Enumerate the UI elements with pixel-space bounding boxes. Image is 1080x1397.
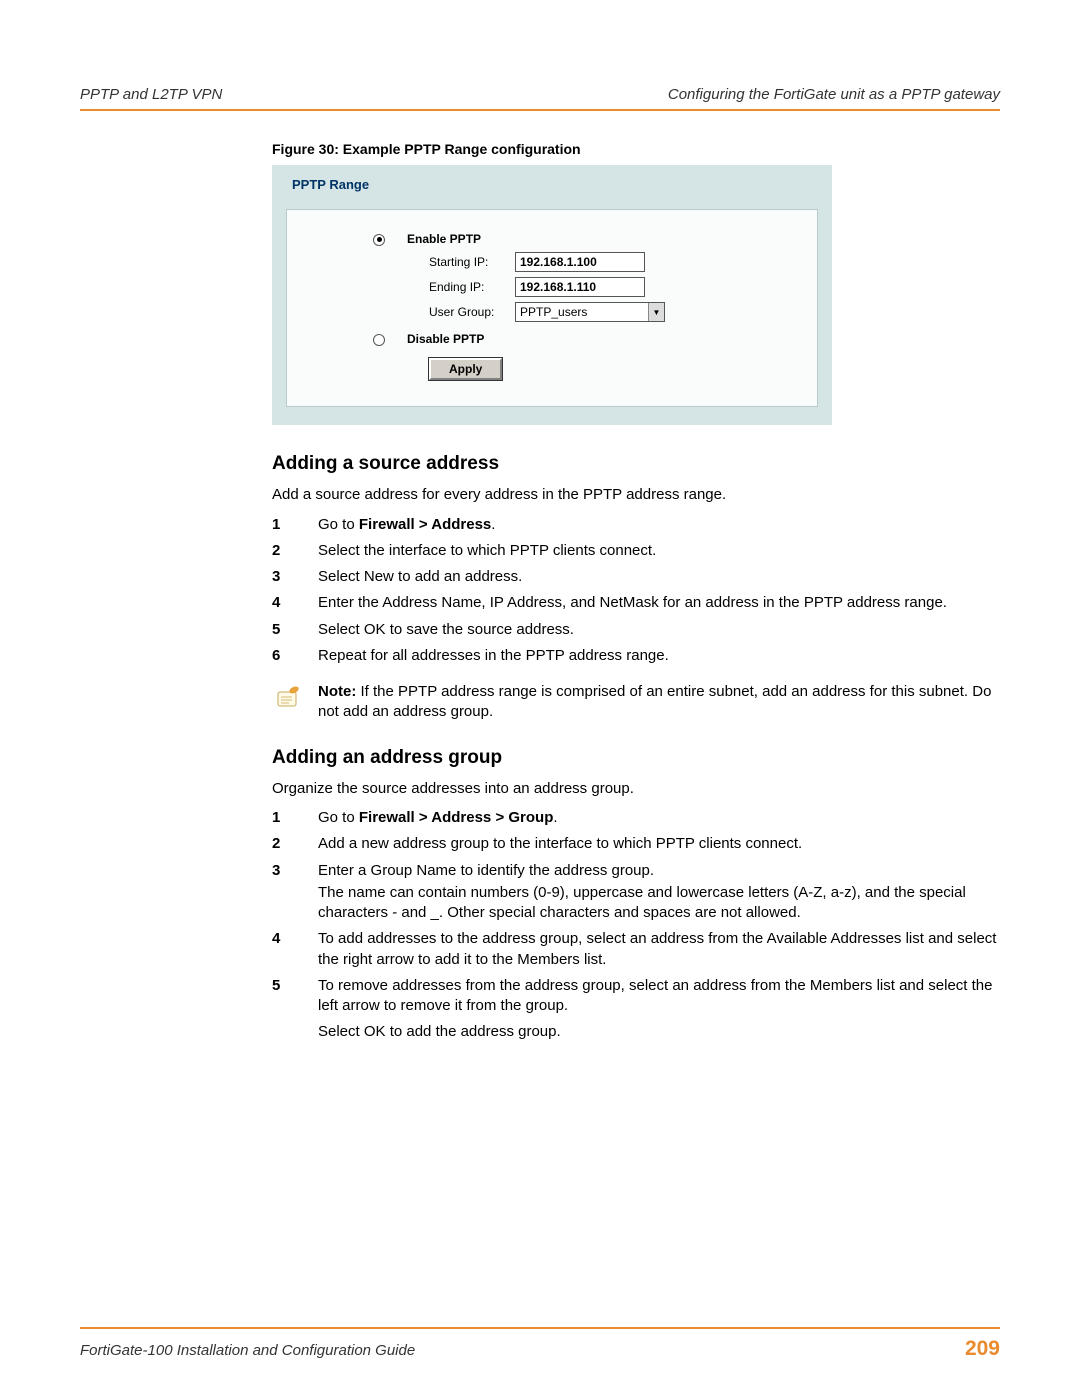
step-text: Go to Firewall > Address. — [318, 515, 1000, 535]
page-number: 209 — [965, 1337, 1000, 1361]
user-group-value: PPTP_users — [516, 305, 648, 319]
step-text: Go to Firewall > Address > Group. — [318, 808, 1000, 828]
step-text: Repeat for all addresses in the PPTP add… — [318, 646, 1000, 666]
enable-pptp-label: Enable PPTP — [407, 232, 507, 246]
step-number: 4 — [272, 929, 318, 970]
user-group-select[interactable]: PPTP_users ▼ — [515, 302, 665, 322]
ending-ip-input[interactable] — [515, 277, 645, 297]
step-text: To add addresses to the address group, s… — [318, 929, 1000, 970]
step-number: 3 — [272, 861, 318, 924]
section1-title: Adding a source address — [272, 453, 1000, 475]
step-text: To remove addresses from the address gro… — [318, 976, 1000, 1043]
header-rule — [80, 109, 1000, 111]
radio-disable-pptp[interactable] — [373, 334, 385, 346]
step-number: 2 — [272, 834, 318, 854]
step-text: Select New to add an address. — [318, 567, 1000, 587]
radio-enable-pptp[interactable] — [373, 234, 385, 246]
step-number: 1 — [272, 515, 318, 535]
section1-intro: Add a source address for every address i… — [272, 485, 1000, 505]
disable-pptp-label: Disable PPTP — [407, 332, 507, 346]
step-text: Add a new address group to the interface… — [318, 834, 1000, 854]
step-number: 3 — [272, 567, 318, 587]
starting-ip-label: Starting IP: — [429, 255, 515, 269]
step-number: 2 — [272, 541, 318, 561]
step-text: Select OK to save the source address. — [318, 620, 1000, 640]
pptp-panel: Enable PPTP Starting IP: Ending IP: User… — [286, 209, 818, 407]
tab-pptp-range[interactable]: PPTP Range — [284, 173, 381, 198]
step-number: 4 — [272, 593, 318, 613]
starting-ip-input[interactable] — [515, 252, 645, 272]
figure-caption: Figure 30: Example PPTP Range configurat… — [272, 141, 1000, 157]
step-number: 5 — [272, 620, 318, 640]
figure-screenshot: PPTP Range Enable PPTP Starting IP: Endi… — [272, 165, 832, 425]
section2-title: Adding an address group — [272, 747, 1000, 769]
note-icon — [272, 682, 318, 717]
step-number: 1 — [272, 808, 318, 828]
note-text: Note: If the PPTP address range is compr… — [318, 682, 1000, 723]
footer-title: FortiGate-100 Installation and Configura… — [80, 1342, 415, 1359]
step-number: 6 — [272, 646, 318, 666]
step-text: Select the interface to which PPTP clien… — [318, 541, 1000, 561]
step-text: Enter the Address Name, IP Address, and … — [318, 593, 1000, 613]
ending-ip-label: Ending IP: — [429, 280, 515, 294]
step-number: 5 — [272, 976, 318, 1043]
dropdown-icon[interactable]: ▼ — [648, 303, 664, 321]
header-right: Configuring the FortiGate unit as a PPTP… — [668, 86, 1000, 103]
section2-steps: 1 Go to Firewall > Address > Group. 2 Ad… — [318, 808, 1000, 1043]
section2-intro: Organize the source addresses into an ad… — [272, 779, 1000, 799]
apply-button[interactable]: Apply — [429, 358, 502, 380]
section1-steps: 1 Go to Firewall > Address. 2 Select the… — [318, 515, 1000, 667]
step-text: Enter a Group Name to identify the addre… — [318, 861, 1000, 924]
footer-rule — [80, 1327, 1000, 1329]
header-left: PPTP and L2TP VPN — [80, 86, 222, 103]
user-group-label: User Group: — [429, 305, 515, 319]
